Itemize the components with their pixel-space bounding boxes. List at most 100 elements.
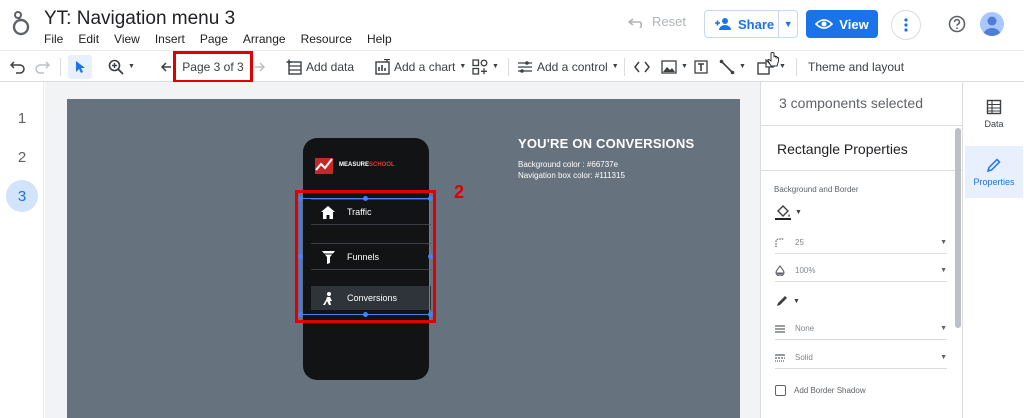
tab-properties[interactable]: Properties	[965, 146, 1023, 198]
share-dropdown-chevron-icon[interactable]: ▼	[779, 19, 797, 29]
tab-properties-label: Properties	[973, 177, 1015, 187]
border-weight-select[interactable]: None ▼	[775, 318, 947, 340]
undo-button[interactable]	[10, 51, 26, 82]
arrow-left-icon	[160, 61, 171, 72]
zoom-in-icon	[108, 59, 124, 75]
paint-bucket-icon	[775, 205, 791, 220]
add-control-label: Add a control	[537, 59, 608, 74]
menu-edit[interactable]: Edit	[78, 32, 99, 46]
add-data-label: Add data	[306, 59, 355, 74]
fill-color-picker[interactable]: ▼	[775, 204, 802, 220]
menu-view[interactable]: View	[114, 32, 140, 46]
menu-insert[interactable]: Insert	[155, 32, 185, 46]
zoom-dropdown-chevron-icon: ▼	[128, 63, 135, 70]
menu-file[interactable]: File	[44, 32, 63, 46]
page-indicator[interactable]: Page 3 of 3	[173, 51, 253, 83]
view-button[interactable]: View	[806, 10, 878, 38]
border-color-picker[interactable]: ▼	[775, 294, 800, 308]
line-weight-icon	[775, 324, 791, 333]
annotation-highlight-box	[295, 190, 436, 323]
add-data-icon	[286, 59, 302, 75]
canvas-info-title[interactable]: YOU'RE ON CONVERSIONS	[518, 136, 694, 151]
text-box-icon	[694, 59, 708, 74]
panel-scrollbar[interactable]	[955, 128, 961, 328]
opacity-drop-icon	[775, 265, 791, 276]
share-button[interactable]: Share ▼	[704, 10, 798, 38]
annotation-marker-2: 2	[454, 182, 465, 202]
canvas-info-text[interactable]: Background color : #66737e Navigation bo…	[518, 159, 625, 181]
previous-page-button[interactable]	[160, 51, 172, 82]
table-icon	[986, 99, 1002, 115]
menu-bar: File Edit View Insert Page Arrange Resou…	[44, 32, 407, 46]
report-title[interactable]: YT: Navigation menu 3	[44, 8, 235, 30]
border-style-select[interactable]: Solid ▼	[775, 347, 947, 369]
redo-button[interactable]	[34, 51, 50, 82]
next-page-button[interactable]	[254, 51, 266, 82]
add-control-button[interactable]: Add a control ▼	[517, 51, 619, 82]
toolbar: ▼ Page 3 of 3 1 Add data Add a chart ▼	[0, 50, 1024, 108]
page-list: 1 2 3	[0, 82, 44, 418]
more-options-button[interactable]	[891, 10, 921, 40]
insert-line-button[interactable]: ▼	[719, 51, 746, 82]
border-shadow-option[interactable]: Add Border Shadow	[775, 385, 866, 396]
insert-text-button[interactable]	[694, 51, 708, 82]
page-indicator-label: Page 3 of 3	[182, 60, 244, 74]
corner-radius-icon	[775, 237, 791, 248]
add-person-icon	[715, 18, 731, 30]
avatar[interactable]	[980, 12, 1004, 36]
add-data-button[interactable]: Add data	[286, 51, 354, 82]
brand-logo: MEASURE SCHOOL	[315, 156, 395, 174]
help-icon[interactable]	[948, 15, 966, 33]
border-radius-select[interactable]: 25 ▼	[775, 232, 947, 254]
reset-button[interactable]: Reset	[628, 14, 686, 29]
add-chart-icon	[375, 58, 390, 75]
embed-code-button[interactable]	[634, 51, 650, 82]
shape-chevron-icon: ▼	[779, 63, 786, 70]
select-tool-button[interactable]	[68, 55, 92, 79]
add-chart-button[interactable]: Add a chart ▼	[374, 51, 466, 82]
menu-help[interactable]: Help	[367, 32, 392, 46]
redo-icon	[35, 60, 50, 74]
toolbar-divider	[508, 58, 509, 76]
dropdown-arrow-icon: ▼	[940, 325, 947, 332]
pencil-icon	[777, 296, 787, 306]
line-chevron-icon: ▼	[739, 63, 746, 70]
brand-school: SCHOOL	[369, 162, 395, 168]
add-control-chevron-icon: ▼	[611, 63, 619, 70]
border-style-value: Solid	[795, 353, 813, 362]
page-thumb-1[interactable]: 1	[6, 102, 38, 134]
opacity-value: 100%	[795, 266, 816, 275]
insert-image-button[interactable]: ▼	[661, 51, 688, 82]
menu-arrange[interactable]: Arrange	[243, 32, 286, 46]
arrow-right-icon	[255, 61, 266, 72]
zoom-button[interactable]: ▼	[108, 51, 135, 82]
measureschool-logo-icon	[315, 158, 333, 174]
app-header: YT: Navigation menu 3 File Edit View Ins…	[0, 0, 1024, 50]
dropdown-arrow-icon: ▼	[940, 354, 947, 361]
page-thumb-3[interactable]: 3	[6, 180, 38, 212]
share-main[interactable]: Share	[705, 11, 780, 37]
toolbar-divider	[796, 58, 797, 76]
tab-data[interactable]: Data	[965, 88, 1023, 140]
nav-color-line: Navigation box color: #111315	[518, 171, 625, 180]
side-rail: Data Properties	[962, 82, 1024, 418]
panel-title: Rectangle Properties	[761, 126, 963, 171]
border-shadow-checkbox[interactable]	[775, 385, 786, 396]
widgets-chevron-icon: ▼	[492, 63, 499, 70]
controls-icon	[518, 60, 532, 73]
undo-icon	[10, 60, 25, 74]
looker-studio-logo-icon[interactable]	[10, 10, 32, 36]
menu-resource[interactable]: Resource	[301, 32, 352, 46]
cursor-arrow-icon	[76, 61, 85, 73]
fill-chevron-icon: ▼	[795, 208, 802, 216]
opacity-select[interactable]: 100% ▼	[775, 260, 947, 282]
community-visualizations-button[interactable]: ▼	[472, 51, 499, 82]
toolbar-divider	[624, 58, 625, 76]
page-thumb-2[interactable]: 2	[6, 141, 38, 173]
theme-and-layout-button[interactable]: Theme and layout	[808, 51, 904, 82]
bg-color-line: Background color : #66737e	[518, 160, 619, 169]
menu-page[interactable]: Page	[200, 32, 228, 46]
image-chevron-icon: ▼	[681, 63, 688, 70]
border-radius-value: 25	[795, 238, 804, 247]
brand-measure: MEASURE	[339, 162, 370, 168]
